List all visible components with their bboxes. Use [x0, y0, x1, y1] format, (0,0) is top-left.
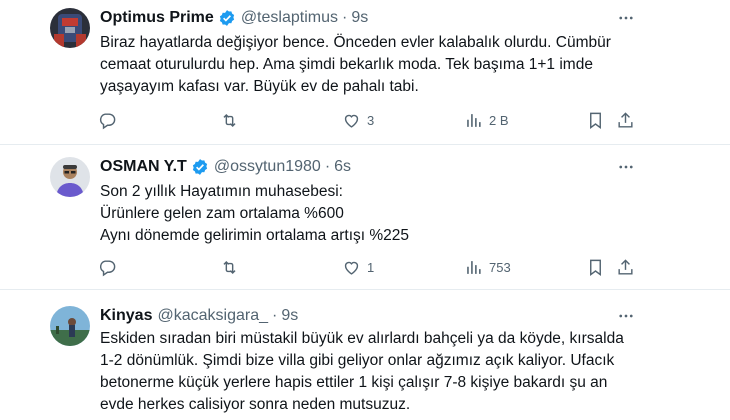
retweet-icon	[220, 258, 239, 277]
retweet-button[interactable]	[220, 108, 245, 132]
heart-icon	[342, 258, 361, 277]
retweet-icon	[220, 111, 239, 130]
separator-dot: ·	[324, 158, 331, 175]
analytics-icon	[464, 258, 483, 277]
bookmark-button[interactable]	[586, 108, 605, 132]
tweet-text-line: betonerme küçük yerlere hapis ettiler 1 …	[100, 374, 608, 391]
more-options-icon[interactable]	[615, 305, 637, 327]
heart-icon	[342, 111, 361, 130]
separator-dot: ·	[341, 9, 348, 26]
tweet-text: Son 2 yıllık Hayatımın muhasebesi: Ürünl…	[100, 181, 690, 247]
reply-button[interactable]	[98, 108, 123, 132]
share-button[interactable]	[616, 255, 635, 279]
author-name[interactable]: Optimus Prime	[100, 9, 214, 27]
like-count: 1	[367, 259, 375, 275]
tweet-text-line: Aynı dönemde gelirimin ortalama artışı %…	[100, 227, 410, 244]
views-button[interactable]: 753	[464, 255, 511, 279]
reply-icon	[98, 258, 117, 277]
retweet-button[interactable]	[220, 255, 245, 279]
author-name[interactable]: Kinyas	[100, 307, 152, 325]
bookmark-icon	[586, 111, 605, 130]
view-count: 753	[489, 259, 511, 275]
timestamp[interactable]: 9s	[281, 307, 298, 325]
author-handle[interactable]: @ossytun1980	[214, 158, 321, 176]
like-button[interactable]: 3	[342, 108, 374, 132]
tweet-text-line: Biraz hayatlarda değişiyor bence. Öncede…	[100, 34, 611, 51]
tweet-text-line: Ürünlere gelen zam ortalama %600	[100, 205, 344, 222]
more-options-icon[interactable]	[615, 7, 637, 29]
analytics-icon	[464, 111, 483, 130]
share-button[interactable]	[616, 108, 635, 132]
share-icon	[616, 258, 635, 277]
tweet-text-line: 1-2 dönümlük. Şimdi bize villa gibi geli…	[100, 352, 615, 369]
tweet-text-line: Son 2 yıllık Hayatımın muhasebesi:	[100, 183, 343, 200]
like-count: 3	[367, 112, 375, 128]
author-name[interactable]: OSMAN Y.T	[100, 158, 187, 176]
author-handle[interactable]: @teslaptimus	[241, 9, 338, 27]
reply-icon	[98, 111, 117, 130]
tweet-text-line: yaşayayım kafası var. Büyük ev de pahalı…	[100, 78, 419, 95]
views-button[interactable]: 2 B	[464, 108, 509, 132]
like-button[interactable]: 1	[342, 255, 374, 279]
timestamp[interactable]: 9s	[351, 9, 368, 27]
bookmark-button[interactable]	[586, 255, 605, 279]
tweet-text: Biraz hayatlarda değişiyor bence. Öncede…	[100, 32, 690, 98]
view-count: 2 B	[489, 112, 509, 128]
avatar[interactable]	[50, 306, 90, 346]
separator-dot: ·	[271, 307, 278, 324]
avatar[interactable]	[50, 157, 90, 197]
tweet[interactable]: Optimus Prime @teslaptimus · 9s Biraz ha…	[0, 0, 730, 145]
tweet-text-line: Eskiden sıradan biri müstakil büyük ev a…	[100, 330, 624, 347]
more-options-icon[interactable]	[615, 156, 637, 178]
verified-badge-icon	[191, 158, 209, 176]
tweet[interactable]: OSMAN Y.T @ossytun1980 · 6s Son 2 yıllık…	[0, 145, 730, 290]
tweet[interactable]: Kinyas @kacaksigara_ · 9s Eskiden sırada…	[0, 290, 730, 420]
avatar[interactable]	[50, 8, 90, 48]
bookmark-icon	[586, 258, 605, 277]
timestamp[interactable]: 6s	[334, 158, 351, 176]
tweet-text-line: cemaat oturulurdu hep. Ama şimdi bekarlı…	[100, 56, 593, 73]
author-handle[interactable]: @kacaksigara_	[157, 307, 268, 325]
tweet-text: Eskiden sıradan biri müstakil büyük ev a…	[100, 328, 690, 416]
verified-badge-icon	[218, 9, 236, 27]
share-icon	[616, 111, 635, 130]
reply-button[interactable]	[98, 255, 123, 279]
tweet-text-line: evde herkes calisiyor sonra neden mutsuz…	[100, 396, 411, 413]
